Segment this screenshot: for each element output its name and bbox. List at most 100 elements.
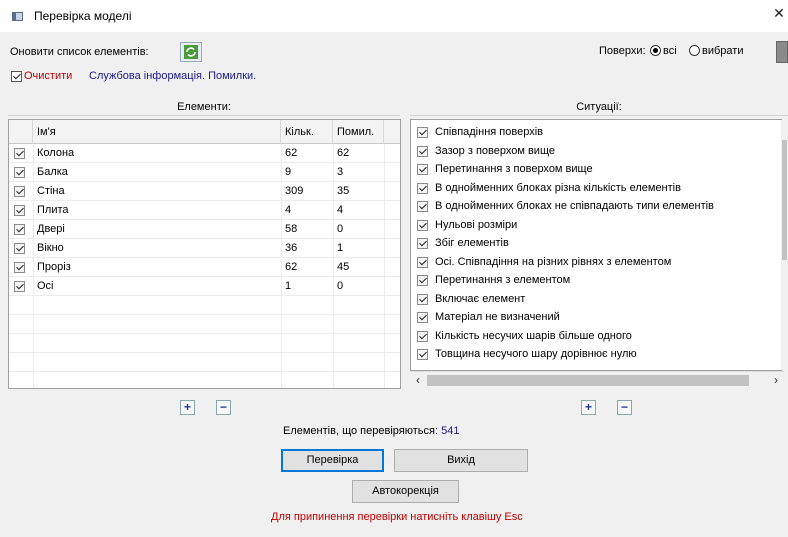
table-row[interactable]: Балка 9 3 bbox=[9, 163, 400, 182]
clear-label: Очистити bbox=[24, 70, 73, 82]
table-row bbox=[9, 372, 400, 388]
col-name[interactable]: Ім'я bbox=[33, 120, 281, 144]
situation-checkbox[interactable] bbox=[417, 330, 428, 342]
print-icon[interactable] bbox=[776, 41, 788, 63]
check-button[interactable]: Перевірка bbox=[281, 449, 384, 472]
row-name: Проріз bbox=[37, 261, 71, 273]
table-row bbox=[9, 315, 400, 334]
row-errors: 1 bbox=[337, 242, 344, 254]
table-corner bbox=[9, 120, 33, 144]
situation-checkbox[interactable] bbox=[417, 201, 428, 212]
situations-remove-button[interactable]: − bbox=[617, 400, 632, 415]
situation-item[interactable]: Співпадіння поверхів bbox=[411, 123, 782, 142]
table-row bbox=[9, 353, 400, 372]
row-errors: 4 bbox=[337, 204, 344, 216]
row-errors: 0 bbox=[337, 280, 344, 292]
situation-item[interactable]: Збіг елементів bbox=[411, 234, 782, 253]
situation-item[interactable]: Осі. Співпадіння на різних рівнях з елем… bbox=[411, 253, 782, 272]
situation-item[interactable]: В однойменних блоках різна кількість еле… bbox=[411, 179, 782, 198]
vscroll-thumb[interactable] bbox=[782, 140, 787, 260]
radio-select[interactable] bbox=[689, 45, 700, 56]
row-checkbox[interactable] bbox=[14, 205, 25, 216]
situation-label: Кількість несучих шарів більше одного bbox=[435, 329, 632, 342]
table-row[interactable]: Стіна 309 35 bbox=[9, 182, 400, 201]
situation-checkbox[interactable] bbox=[417, 238, 428, 249]
situations-hscroll[interactable]: ‹ › bbox=[410, 371, 784, 388]
row-checkbox[interactable] bbox=[14, 224, 25, 235]
situation-item[interactable]: Зазор з поверхом вище bbox=[411, 142, 782, 161]
elements-add-button[interactable]: + bbox=[180, 400, 195, 415]
refresh-button[interactable] bbox=[180, 42, 202, 62]
esc-hint: Для припинення перевірки натисніть клаві… bbox=[271, 511, 523, 523]
situation-item[interactable]: Нульові розміри bbox=[411, 216, 782, 235]
table-row[interactable]: Осі 1 0 bbox=[9, 277, 400, 296]
service-info-link[interactable]: Службова інформація. Помилки. bbox=[89, 70, 256, 82]
situation-label: Зазор з поверхом вище bbox=[435, 144, 556, 157]
situation-checkbox[interactable] bbox=[417, 182, 428, 194]
situation-item[interactable]: Перетинання з поверхом вище bbox=[411, 160, 782, 179]
refresh-icon bbox=[184, 45, 198, 59]
situation-item[interactable]: Товщина несучого шару дорівнює нулю bbox=[411, 345, 782, 364]
scroll-right-icon[interactable]: › bbox=[768, 372, 784, 389]
col-errors[interactable]: Помил. bbox=[333, 120, 384, 144]
row-count: 36 bbox=[285, 242, 298, 254]
situation-checkbox[interactable] bbox=[417, 256, 428, 268]
situation-checkbox[interactable] bbox=[417, 293, 428, 305]
checked-label: Елементів, що перевіряються: bbox=[283, 425, 439, 437]
refresh-label: Оновити список елементів: bbox=[10, 46, 149, 58]
situation-item[interactable]: Перетинання з елементом bbox=[411, 271, 782, 290]
elements-remove-button[interactable]: − bbox=[216, 400, 231, 415]
hscroll-thumb[interactable] bbox=[427, 375, 749, 386]
row-name: Вікно bbox=[37, 242, 64, 254]
checked-elements-status: Елементів, що перевіряються: 541 bbox=[283, 425, 459, 437]
situation-label: В однойменних блоках не співпадають типи… bbox=[435, 200, 714, 212]
window-title: Перевірка моделі bbox=[34, 9, 132, 23]
situation-checkbox[interactable] bbox=[417, 127, 428, 138]
row-name: Осі bbox=[37, 280, 54, 292]
situations-vscroll[interactable] bbox=[781, 120, 788, 370]
table-row[interactable]: Колона 62 62 bbox=[9, 144, 400, 163]
situation-item[interactable]: В однойменних блоках не співпадають типи… bbox=[411, 197, 782, 216]
row-count: 9 bbox=[285, 166, 292, 178]
situation-label: Товщина несучого шару дорівнює нулю bbox=[435, 348, 637, 360]
table-row[interactable]: Плита 4 4 bbox=[9, 201, 400, 220]
situation-checkbox[interactable] bbox=[417, 219, 428, 231]
row-name: Плита bbox=[37, 204, 69, 216]
col-filler bbox=[384, 120, 400, 144]
exit-button[interactable]: Вихід bbox=[394, 449, 528, 472]
row-checkbox[interactable] bbox=[14, 243, 25, 254]
clear-checkbox[interactable] bbox=[11, 71, 22, 82]
elements-header: Елементи: bbox=[8, 98, 400, 116]
situation-checkbox[interactable] bbox=[417, 349, 428, 360]
situations-add-button[interactable]: + bbox=[581, 400, 596, 415]
table-row[interactable]: Вікно 36 1 bbox=[9, 239, 400, 258]
row-checkbox[interactable] bbox=[14, 186, 25, 197]
table-row[interactable]: Проріз 62 45 bbox=[9, 258, 400, 277]
row-checkbox[interactable] bbox=[14, 281, 25, 292]
situation-checkbox[interactable] bbox=[417, 145, 428, 157]
situation-checkbox[interactable] bbox=[417, 275, 428, 286]
row-checkbox[interactable] bbox=[14, 262, 25, 273]
situation-label: Осі. Співпадіння на різних рівнях з елем… bbox=[435, 255, 672, 268]
table-row bbox=[9, 334, 400, 353]
row-checkbox[interactable] bbox=[14, 167, 25, 178]
situation-checkbox[interactable] bbox=[417, 164, 428, 175]
autocorrect-button[interactable]: Автокорекція bbox=[352, 480, 459, 503]
row-name: Двері bbox=[37, 223, 65, 235]
col-count[interactable]: Кільк. bbox=[281, 120, 333, 144]
table-row[interactable]: Двері 58 0 bbox=[9, 220, 400, 239]
scroll-left-icon[interactable]: ‹ bbox=[410, 372, 426, 389]
row-checkbox[interactable] bbox=[14, 148, 25, 159]
row-name: Колона bbox=[37, 147, 75, 159]
situation-label: Нульові розміри bbox=[435, 218, 518, 231]
elements-table: Ім'я Кільк. Помил. Колона 62 62 Балка 9 3 Стін… bbox=[8, 119, 401, 389]
situation-item[interactable]: Кількість несучих шарів більше одного bbox=[411, 327, 782, 346]
situation-checkbox[interactable] bbox=[417, 312, 428, 323]
situation-item[interactable]: Матеріал не визначений bbox=[411, 308, 782, 327]
radio-all-label: всі bbox=[663, 45, 677, 57]
situation-item[interactable]: Включає елемент bbox=[411, 290, 782, 309]
close-icon[interactable]: ✕ bbox=[770, 5, 788, 22]
situation-label: Збіг елементів bbox=[435, 237, 509, 249]
situation-label: Матеріал не визначений bbox=[435, 311, 560, 323]
radio-all[interactable] bbox=[650, 45, 661, 56]
